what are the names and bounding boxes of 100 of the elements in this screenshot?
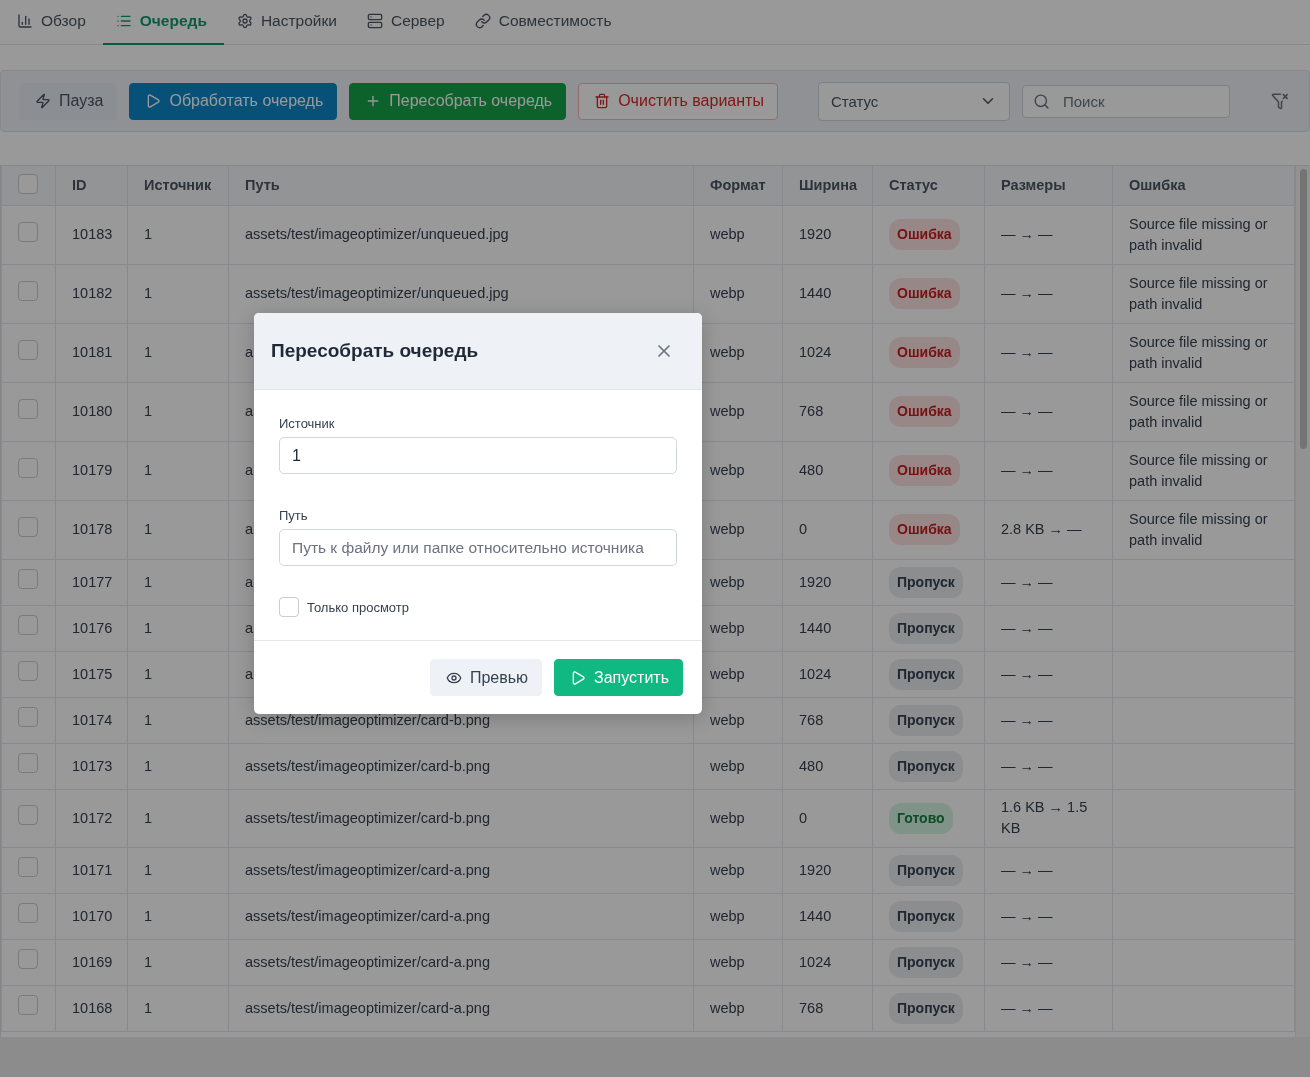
lightning-icon [35, 93, 51, 109]
table-cell: — → — [984, 605, 1113, 651]
dialog-title: Пересобрать очередь [271, 340, 479, 362]
row-checkbox[interactable] [18, 569, 38, 589]
table-cell: 1 [127, 697, 229, 743]
table-cell: 10168 [55, 985, 128, 1031]
column-header: Статус [872, 166, 985, 205]
table-cell: assets/test/imageoptimizer/card-a.png [228, 847, 694, 893]
table-cell: 768 [782, 985, 873, 1031]
dialog-button[interactable]: Превью [429, 659, 542, 696]
status-badge: Пропуск [889, 854, 963, 886]
table-cell: 10170 [55, 893, 128, 939]
scrollbar[interactable] [1295, 166, 1310, 1037]
tab[interactable]: Настройки [223, 0, 354, 45]
column-header: Ошибка [1112, 166, 1295, 205]
table-cell: 1 [127, 893, 229, 939]
play-icon [570, 669, 586, 686]
dialog-button[interactable]: Запустить [554, 659, 683, 696]
table-cell: 768 [782, 697, 873, 743]
table-cell: 1 [127, 985, 229, 1031]
table-cell: — → — [984, 382, 1113, 441]
row-checkbox[interactable] [18, 707, 38, 727]
table-cell: 1440 [782, 893, 873, 939]
row-checkbox[interactable] [18, 339, 38, 360]
row-checkbox[interactable] [18, 457, 38, 478]
table-cell: 1 [127, 500, 229, 559]
field-label: Путь [279, 508, 309, 523]
status-select[interactable]: Статус [817, 81, 1010, 121]
table-cell: webp [693, 743, 783, 789]
toolbar-button[interactable]: Пауза [19, 82, 118, 120]
table-cell: 10171 [55, 847, 128, 893]
row-checkbox[interactable] [18, 857, 38, 877]
table-cell: — → — [984, 441, 1113, 500]
table-cell: 10181 [55, 323, 128, 382]
table-cell: webp [693, 985, 783, 1031]
status-badge: Пропуск [889, 612, 963, 644]
table-cell: webp [693, 789, 783, 847]
row-checkbox[interactable] [18, 280, 38, 301]
row-checkbox[interactable] [18, 903, 38, 923]
toolbar-button[interactable]: Обработать очередь [129, 82, 338, 120]
status-badge: Пропуск [889, 946, 963, 978]
table-cell: webp [693, 205, 783, 264]
table-cell: 10180 [55, 382, 128, 441]
row-checkbox[interactable] [18, 753, 38, 773]
row-checkbox[interactable] [18, 949, 38, 969]
table-cell: — → — [984, 743, 1113, 789]
table-cell: assets/test/imageoptimizer/card-a.png [228, 893, 694, 939]
status-badge: Пропуск [889, 704, 963, 736]
tab[interactable]: Совместимость [461, 0, 629, 45]
tab[interactable]: Обзор [4, 0, 103, 45]
chart-icon [17, 12, 33, 29]
column-header: Источник [127, 166, 229, 205]
table-cell: — → — [984, 323, 1113, 382]
table-cell: — → — [984, 697, 1113, 743]
table-cell: webp [693, 847, 783, 893]
table-cell: 1 [127, 847, 229, 893]
select-all-checkbox[interactable] [18, 173, 38, 194]
table-cell: 1 [127, 323, 229, 382]
table-cell: 1.6 KB → 1.5 KB [984, 789, 1113, 847]
table-cell: 1920 [782, 205, 873, 264]
table-cell: 1 [127, 559, 229, 605]
row-checkbox[interactable] [18, 221, 38, 242]
source-input[interactable]: 1 [279, 437, 677, 474]
status-badge: Пропуск [889, 992, 963, 1024]
path-input[interactable]: Путь к файлу или папке относительно источника [279, 529, 677, 566]
table-cell: — → — [984, 985, 1113, 1031]
table-cell: 10178 [55, 500, 128, 559]
status-badge: Пропуск [889, 750, 963, 782]
table-cell: — → — [984, 205, 1113, 264]
toolbar-button[interactable]: Очистить варианты [578, 82, 778, 120]
table-cell: 1 [127, 743, 229, 789]
status-badge: Пропуск [889, 566, 963, 598]
row-checkbox[interactable] [18, 995, 38, 1015]
row-checkbox[interactable] [18, 661, 38, 681]
table-cell: — → — [984, 893, 1113, 939]
select-placeholder: Статус [830, 92, 879, 110]
search-field[interactable]: Поиск [1021, 84, 1230, 118]
preview-only-checkbox[interactable] [279, 597, 299, 617]
row-checkbox[interactable] [18, 398, 38, 419]
table-cell: 1024 [782, 323, 873, 382]
row-checkbox[interactable] [18, 805, 38, 825]
table-cell: 10174 [55, 697, 128, 743]
gear-icon [236, 12, 253, 29]
server-icon [366, 12, 383, 29]
tab[interactable]: Очередь [102, 0, 224, 45]
table-cell: 10182 [55, 264, 128, 323]
table-cell: 480 [782, 441, 873, 500]
status-badge: Ошибка [889, 396, 960, 427]
table-cell: Source file missing or path invalid [1112, 500, 1295, 559]
toolbar-button[interactable]: Пересобрать очередь [349, 82, 567, 120]
row-checkbox[interactable] [18, 516, 38, 537]
table-cell: 1 [127, 651, 229, 697]
table-cell: assets/test/imageoptimizer/card-a.png [228, 985, 694, 1031]
table-cell: assets/test/imageoptimizer/card-b.png [228, 789, 694, 847]
row-checkbox[interactable] [18, 615, 38, 635]
play-icon [145, 93, 162, 109]
tab[interactable]: Сервер [353, 0, 462, 45]
link-icon [474, 12, 491, 29]
table-cell: Source file missing or path invalid [1112, 441, 1295, 500]
table-cell: webp [693, 939, 783, 985]
